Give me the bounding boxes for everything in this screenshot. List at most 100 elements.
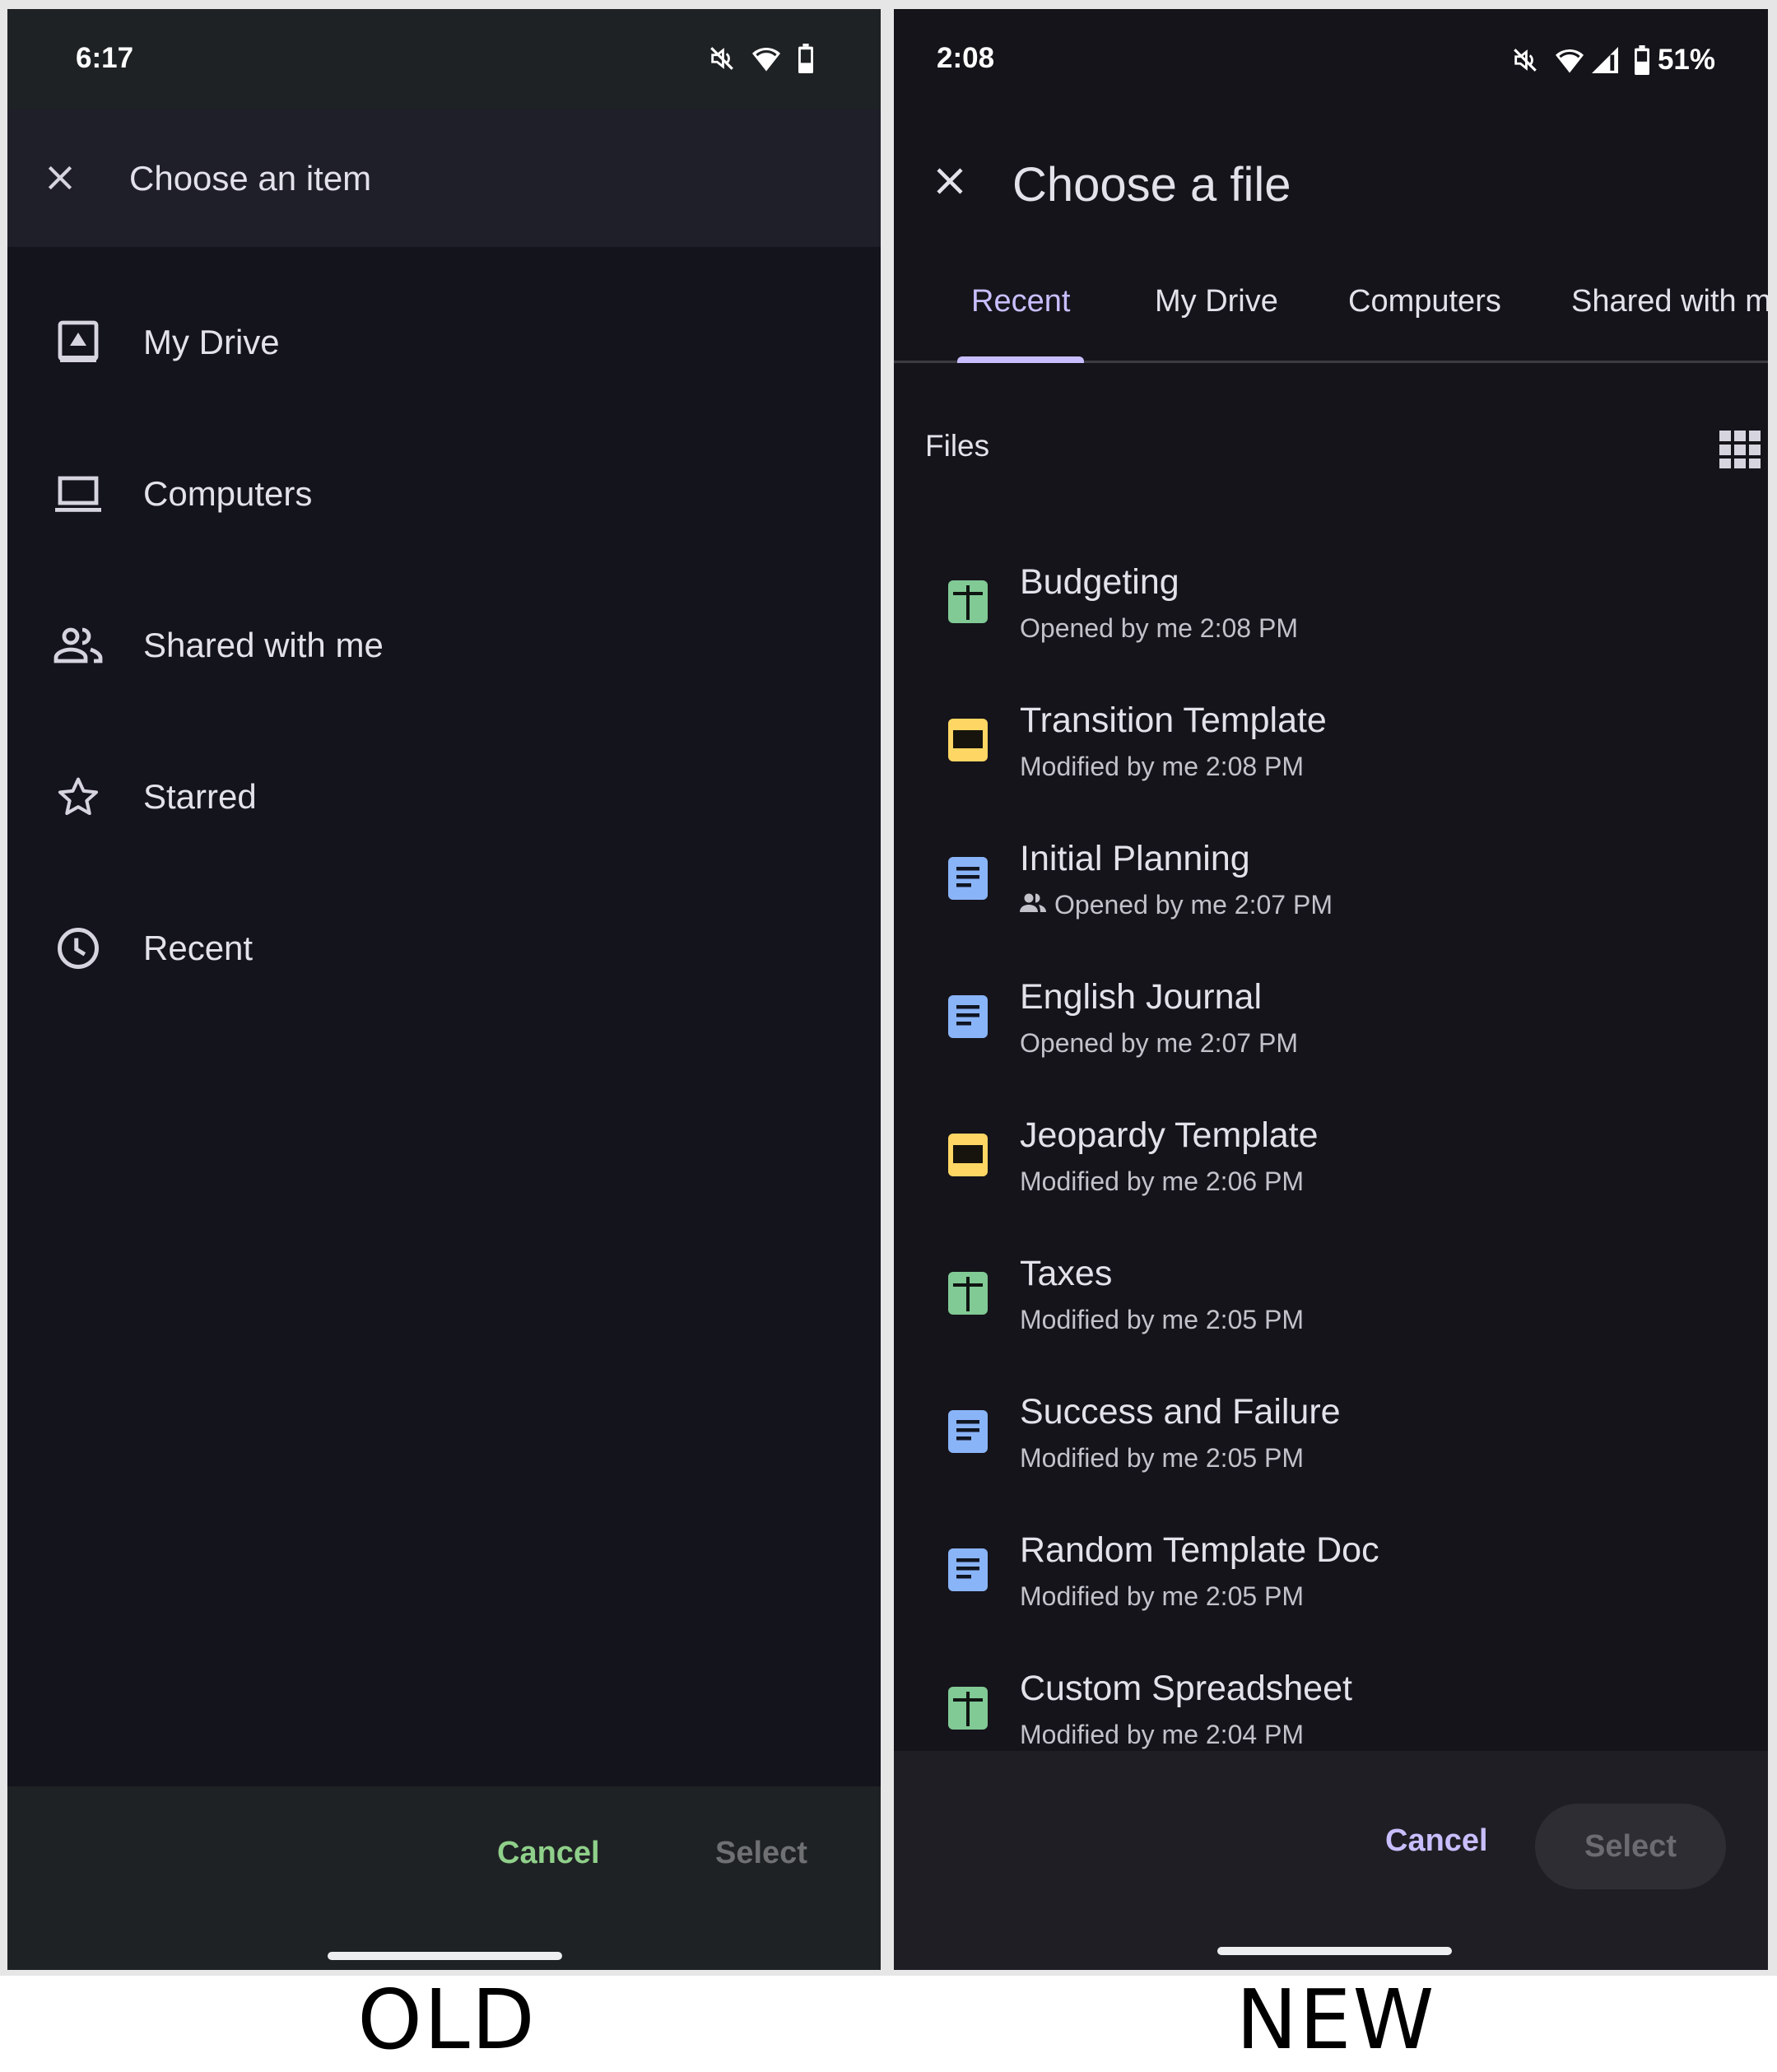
docs-file-icon (948, 1548, 988, 1591)
file-meta-text: Opened by me 2:07 PM (1054, 890, 1333, 920)
file-name: Transition Template (1020, 701, 1327, 740)
mute-icon (1511, 46, 1539, 74)
file-meta: Modified by me 2:04 PM (1020, 1720, 1304, 1750)
tab-my-drive[interactable]: My Drive (1155, 284, 1278, 319)
file-meta: Modified by me 2:05 PM (1020, 1305, 1304, 1335)
tab-shared-with-me[interactable]: Shared with me (1571, 284, 1768, 319)
slides-file-icon (948, 719, 988, 761)
file-name: Random Template Doc (1020, 1530, 1379, 1570)
file-name: Initial Planning (1020, 839, 1250, 878)
signal-icon (1591, 47, 1618, 73)
file-name: Taxes (1020, 1254, 1113, 1293)
slides-file-icon (948, 1134, 988, 1176)
wifi-icon (1554, 46, 1585, 74)
file-list-item[interactable]: Jeopardy Template Modified by me 2:06 PM (894, 1081, 1768, 1219)
nav-item-my-drive[interactable]: My Drive (7, 281, 881, 404)
old-file-picker-screen: 6:17 Choose an item My Drive Computers S… (7, 9, 881, 1970)
file-meta: Modified by me 2:05 PM (1020, 1443, 1304, 1474)
docs-file-icon (948, 1410, 988, 1453)
docs-file-icon (948, 857, 988, 900)
grid-view-button[interactable] (1719, 431, 1761, 468)
sheets-file-icon (948, 580, 988, 623)
file-meta: Opened by me 2:07 PM (1020, 890, 1333, 920)
file-meta-text: Opened by me 2:07 PM (1020, 1028, 1298, 1058)
files-section-label: Files (925, 429, 990, 463)
file-meta-text: Modified by me 2:08 PM (1020, 752, 1305, 781)
new-caption: NEW (1235, 1972, 1436, 2068)
star-icon (52, 771, 105, 823)
file-meta-text: Modified by me 2:05 PM (1020, 1443, 1305, 1473)
wifi-icon (751, 44, 782, 72)
sheets-file-icon (948, 1687, 988, 1730)
close-button[interactable] (925, 156, 975, 206)
location-tabs: Recent My Drive Computers Shared with me (894, 249, 1768, 363)
file-meta: Opened by me 2:08 PM (1020, 613, 1298, 644)
file-name: Custom Spreadsheet (1020, 1669, 1352, 1708)
status-bar: 2:08 51% (894, 9, 1768, 109)
nav-label: Recent (143, 929, 254, 967)
sheets-file-icon (948, 1272, 988, 1315)
status-icons (708, 44, 815, 73)
file-meta-text: Modified by me 2:06 PM (1020, 1166, 1305, 1196)
select-button[interactable]: Select (715, 1836, 807, 1871)
tab-computers[interactable]: Computers (1348, 284, 1501, 319)
status-icons: 51% (1511, 44, 1715, 77)
file-meta: Modified by me 2:06 PM (1020, 1166, 1304, 1197)
battery-percentage: 51% (1657, 44, 1715, 76)
file-name: Budgeting (1020, 562, 1179, 602)
cancel-button[interactable]: Cancel (497, 1836, 600, 1871)
nav-item-starred[interactable]: Starred (7, 735, 881, 859)
drive-icon (52, 316, 105, 369)
nav-item-shared-with-me[interactable]: Shared with me (7, 584, 881, 707)
file-meta: Opened by me 2:07 PM (1020, 1028, 1298, 1059)
file-list-item[interactable]: Budgeting Opened by me 2:08 PM (894, 528, 1768, 666)
dialog-footer: Cancel Select (7, 1786, 881, 1970)
file-meta-text: Modified by me 2:04 PM (1020, 1720, 1305, 1749)
docs-file-icon (948, 995, 988, 1038)
file-meta-text: Modified by me 2:05 PM (1020, 1581, 1305, 1611)
clock-icon (52, 922, 105, 975)
file-list-item[interactable]: English Journal Opened by me 2:07 PM (894, 943, 1768, 1081)
grid-view-icon (1719, 431, 1761, 468)
shared-people-icon (1020, 890, 1046, 920)
gesture-home-bar[interactable] (328, 1952, 562, 1960)
active-tab-indicator (957, 356, 1084, 363)
file-meta-text: Modified by me 2:05 PM (1020, 1305, 1305, 1334)
tab-recent[interactable]: Recent (971, 284, 1070, 319)
nav-item-recent[interactable]: Recent (7, 887, 881, 1010)
cancel-button[interactable]: Cancel (1385, 1823, 1488, 1859)
dialog-title: Choose an item (129, 159, 372, 198)
nav-label: Shared with me (143, 626, 384, 664)
file-name: Jeopardy Template (1020, 1115, 1319, 1155)
status-time: 2:08 (937, 42, 995, 74)
battery-icon (1633, 45, 1651, 75)
file-meta: Modified by me 2:08 PM (1020, 752, 1304, 782)
file-name: Success and Failure (1020, 1392, 1341, 1432)
dialog-header: Choose a file (894, 109, 1768, 249)
nav-label: Computers (143, 474, 313, 513)
status-bar: 6:17 (7, 9, 881, 109)
file-list-item[interactable]: Initial Planning Opened by me 2:07 PM (894, 804, 1768, 943)
nav-label: My Drive (143, 323, 280, 361)
nav-item-computers[interactable]: Computers (7, 432, 881, 556)
close-button[interactable] (35, 153, 85, 203)
file-meta-text: Opened by me 2:08 PM (1020, 613, 1298, 643)
file-list-item[interactable]: Success and Failure Modified by me 2:05 P… (894, 1357, 1768, 1496)
dialog-footer: Cancel Select (894, 1751, 1768, 1970)
gesture-home-bar[interactable] (1217, 1947, 1452, 1955)
file-list-item[interactable]: Taxes Modified by me 2:05 PM (894, 1219, 1768, 1357)
select-button[interactable]: Select (1535, 1804, 1726, 1889)
close-icon (937, 168, 963, 194)
mute-icon (708, 44, 736, 72)
file-list-item[interactable]: Transition Template Modified by me 2:08 P… (894, 666, 1768, 804)
battery-icon (797, 44, 815, 73)
file-name: English Journal (1020, 977, 1263, 1017)
file-meta: Modified by me 2:05 PM (1020, 1581, 1304, 1612)
people-icon (52, 619, 105, 672)
nav-label: Starred (143, 777, 257, 816)
dialog-title: Choose a file (1012, 158, 1291, 212)
file-list-item[interactable]: Random Template Doc Modified by me 2:05 P… (894, 1496, 1768, 1634)
laptop-icon (52, 468, 105, 520)
status-time: 6:17 (76, 42, 134, 74)
new-file-picker-screen: 2:08 51% Choose a file Recent My Drive C… (894, 9, 1768, 1970)
